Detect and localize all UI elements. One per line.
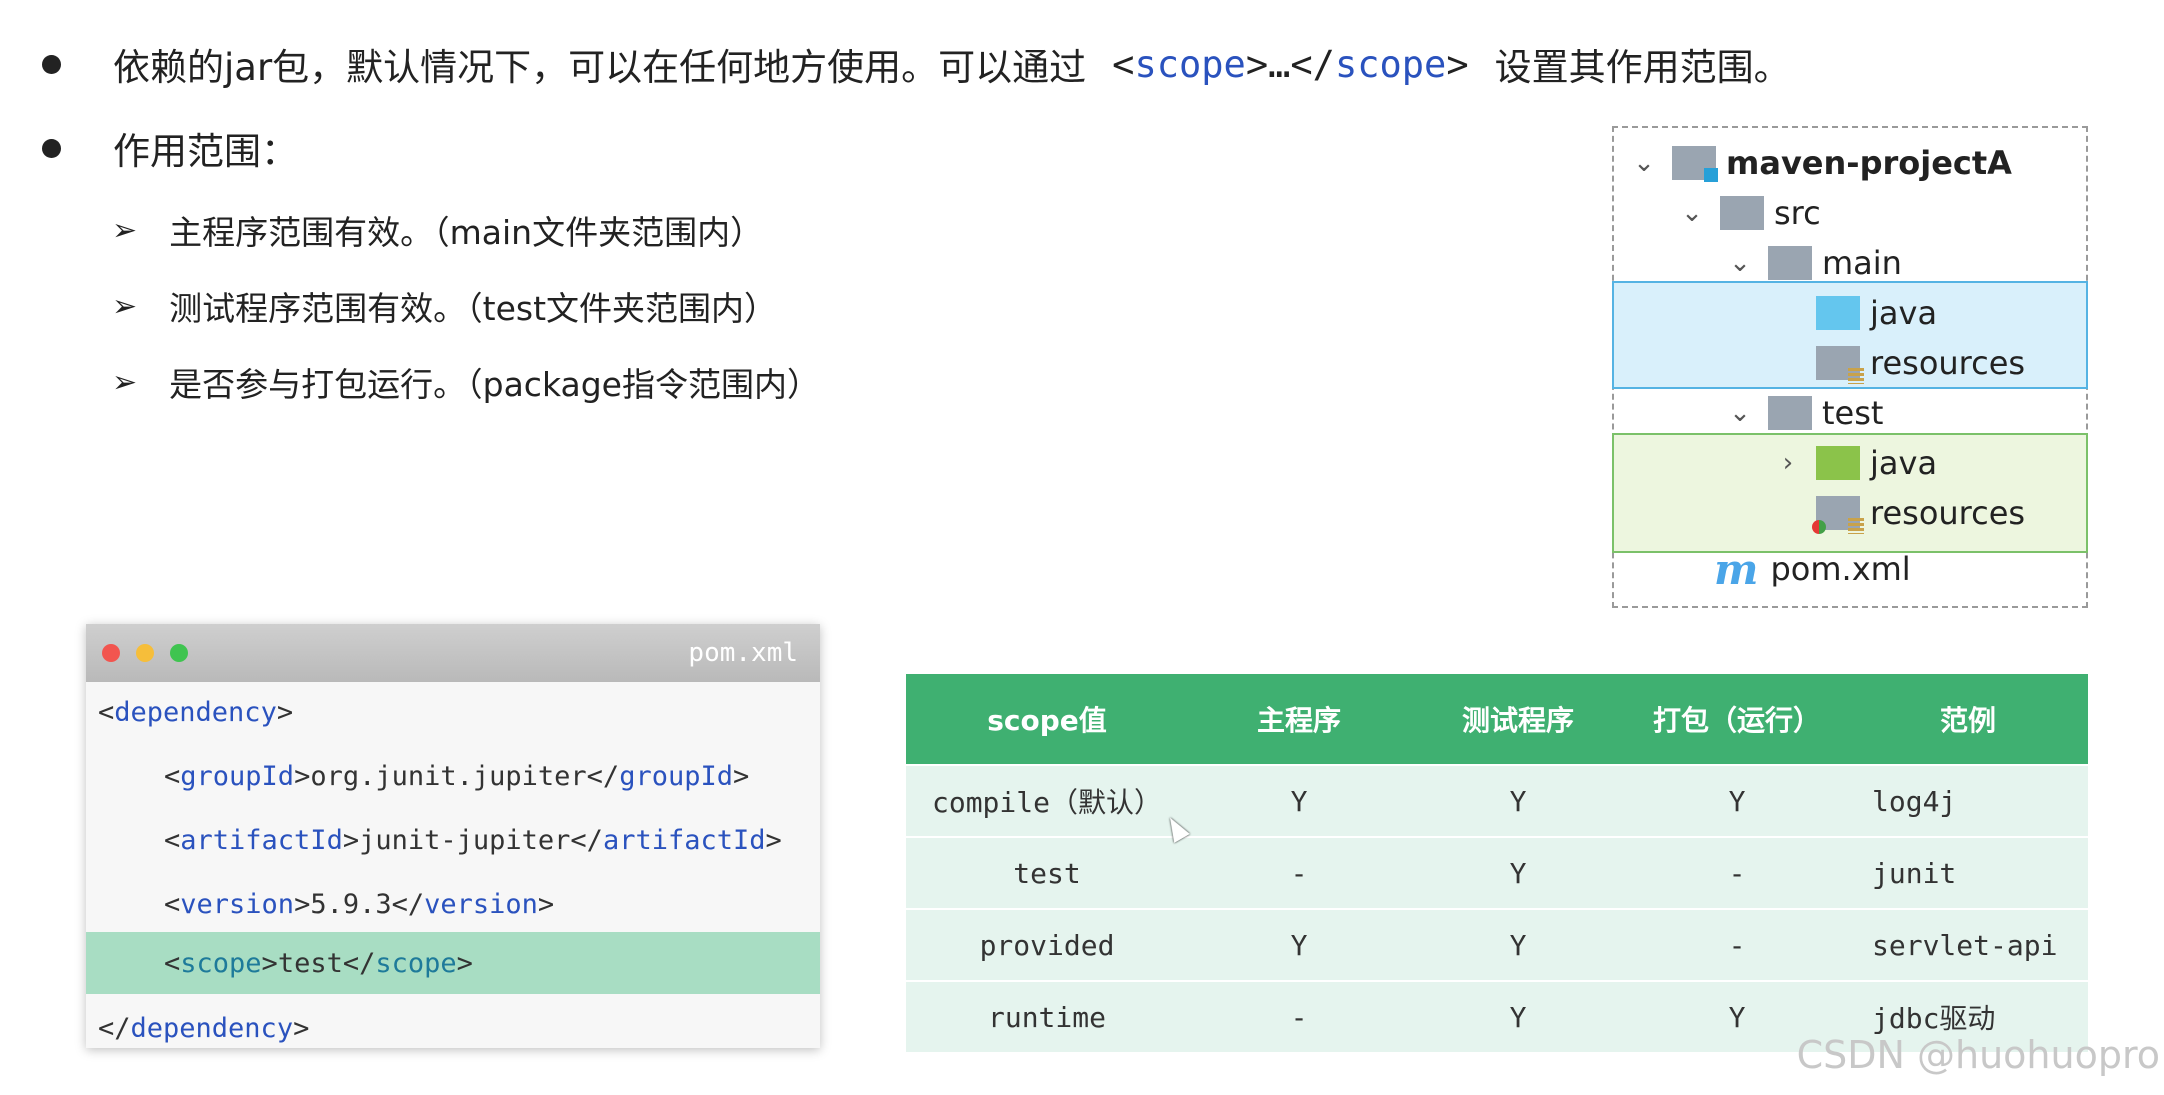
code-line-dependency-close: </dependency > xyxy=(98,1012,310,1044)
tree-item-label: src xyxy=(1774,194,1821,232)
tree-item-label: maven-projectA xyxy=(1726,144,2012,182)
table-header-row: scope值 主程序 测试程序 打包（运行） 范例 xyxy=(906,674,2088,765)
table-cell: - xyxy=(1188,980,1410,1052)
table-cell: runtime xyxy=(906,980,1188,1052)
table-row: test - Y - junit xyxy=(906,836,2088,909)
table-cell: - xyxy=(1188,836,1410,909)
table-row: provided Y Y - servlet-api xyxy=(906,908,2088,981)
table-cell: junit xyxy=(1848,836,2088,909)
sub-item-main: ➢ 主程序范围有效。（main文件夹范围内） xyxy=(112,206,763,254)
tree-item-label: resources xyxy=(1870,494,2026,532)
bullet-text: 作用范围： xyxy=(113,130,298,173)
table-cell: - xyxy=(1626,836,1848,909)
scope-open-lt: < xyxy=(1112,42,1135,86)
project-file-tree: ⌄ maven-projectA ⌄ src ⌄ main java resou… xyxy=(1612,126,2088,608)
minimize-dot-icon xyxy=(136,644,154,662)
table-cell: log4j xyxy=(1848,764,2088,837)
table-cell: Y xyxy=(1410,764,1626,837)
resources-folder-icon xyxy=(1816,346,1864,384)
table-cell: Y xyxy=(1626,764,1848,837)
scope-close-tag: scope xyxy=(1334,42,1447,86)
test-resources-folder-icon xyxy=(1812,496,1864,534)
table-cell: provided xyxy=(906,908,1188,981)
table-cell: Y xyxy=(1410,836,1626,909)
chevron-down-icon[interactable]: ⌄ xyxy=(1726,398,1754,428)
chevron-down-icon[interactable]: ⌄ xyxy=(1678,198,1706,228)
table-cell: servlet-api xyxy=(1848,908,2088,981)
table-cell: - xyxy=(1626,908,1848,981)
table-cell: Y xyxy=(1188,908,1410,981)
tree-item-main-resources[interactable]: resources xyxy=(1816,340,2025,386)
code-line-groupid: < groupId > org.junit.jupiter </groupId > xyxy=(164,760,750,792)
tree-item-label: resources xyxy=(1870,344,2026,382)
tree-item-label: test xyxy=(1822,394,1884,432)
scope-open-tag: scope xyxy=(1134,42,1246,86)
close-dot-icon xyxy=(102,644,120,662)
bullet-dot xyxy=(42,54,61,74)
table-header-cell: 范例 xyxy=(1848,674,2088,765)
code-line-scope: < scope > test </scope > xyxy=(86,932,820,994)
arrow-icon: ➢ xyxy=(112,288,138,324)
tree-item-label: main xyxy=(1822,244,1902,282)
code-line-artifactid: < artifactId > junit-jupiter </artifactId > xyxy=(164,824,782,856)
code-line-version: < version >5.9.3 </version > xyxy=(164,888,555,920)
project-folder-icon xyxy=(1672,146,1718,182)
sub-item-text: 主程序范围有效。（main文件夹范围内） xyxy=(169,213,764,252)
folder-icon xyxy=(1768,246,1812,280)
code-filename: pom.xml xyxy=(688,638,798,668)
pom-code-window: pom.xml < dependency > < groupId > org.junit.… xyxy=(86,624,820,1048)
bullet-text-after: 设置其作用范围。 xyxy=(1494,46,1791,89)
tree-item-label: pom.xml xyxy=(1770,550,1911,588)
bullet-scope-intro: 依赖的jar包，默认情况下，可以在任何地方使用。可以通过 < scope >…<… xyxy=(42,42,1791,89)
table-header-cell: 测试程序 xyxy=(1410,674,1626,765)
table-header-cell: 主程序 xyxy=(1188,674,1410,765)
tree-item-label: java xyxy=(1870,294,1938,332)
table-cell: Y xyxy=(1410,980,1626,1052)
scope-table: scope值 主程序 测试程序 打包（运行） 范例 compile（默认） Y … xyxy=(906,674,2088,1052)
scope-close-gt: > xyxy=(1446,42,1469,86)
sub-item-test: ➢ 测试程序范围有效。（test文件夹范围内） xyxy=(112,282,777,330)
folder-icon xyxy=(1768,396,1812,430)
arrow-icon: ➢ xyxy=(112,212,138,248)
maximize-dot-icon xyxy=(170,644,188,662)
table-cell: compile（默认） xyxy=(906,764,1188,837)
folder-icon xyxy=(1720,196,1764,230)
table-cell: Y xyxy=(1188,764,1410,837)
table-cell: Y xyxy=(1410,908,1626,981)
sub-item-text: 测试程序范围有效。（test文件夹范围内） xyxy=(169,289,778,328)
code-window-titlebar: pom.xml xyxy=(86,624,820,682)
table-header-cell: scope值 xyxy=(906,674,1188,765)
chevron-down-icon[interactable]: ⌄ xyxy=(1630,148,1658,178)
tree-item-src[interactable]: ⌄ src xyxy=(1678,190,1821,236)
table-row: compile（默认） Y Y Y log4j xyxy=(906,764,2088,837)
scope-mid: >…</ xyxy=(1245,42,1335,86)
tree-item-main-java[interactable]: java xyxy=(1816,290,1937,336)
bullet-text: 依赖的jar包，默认情况下，可以在任何地方使用。可以通过 xyxy=(113,46,1087,89)
sub-item-text: 是否参与打包运行。（package指令范围内） xyxy=(169,365,820,404)
tree-item-test-java[interactable]: › java xyxy=(1774,440,1937,486)
bullet-scope-range: 作用范围： xyxy=(42,128,298,173)
tree-item-test[interactable]: ⌄ test xyxy=(1726,390,1883,436)
maven-m-icon: m xyxy=(1714,544,1759,594)
bullet-dot xyxy=(42,138,61,158)
tree-item-test-resources[interactable]: resources xyxy=(1812,490,2026,536)
tree-item-project[interactable]: ⌄ maven-projectA xyxy=(1630,140,2012,186)
sub-item-package: ➢ 是否参与打包运行。（package指令范围内） xyxy=(112,358,820,406)
tree-item-label: java xyxy=(1870,444,1938,482)
watermark: CSDN @huohuopro xyxy=(1796,1033,2160,1077)
table-header-cell: 打包（运行） xyxy=(1626,674,1848,765)
tree-item-main[interactable]: ⌄ main xyxy=(1726,240,1902,286)
source-folder-icon xyxy=(1816,296,1860,330)
chevron-down-icon[interactable]: ⌄ xyxy=(1726,248,1754,278)
test-source-folder-icon xyxy=(1816,446,1860,480)
arrow-icon: ➢ xyxy=(112,364,138,400)
chevron-right-icon[interactable]: › xyxy=(1774,448,1802,478)
tree-item-pom[interactable]: m pom.xml xyxy=(1714,544,1911,594)
table-cell: test xyxy=(906,836,1188,909)
code-line-dependency-open: < dependency > xyxy=(98,696,294,728)
